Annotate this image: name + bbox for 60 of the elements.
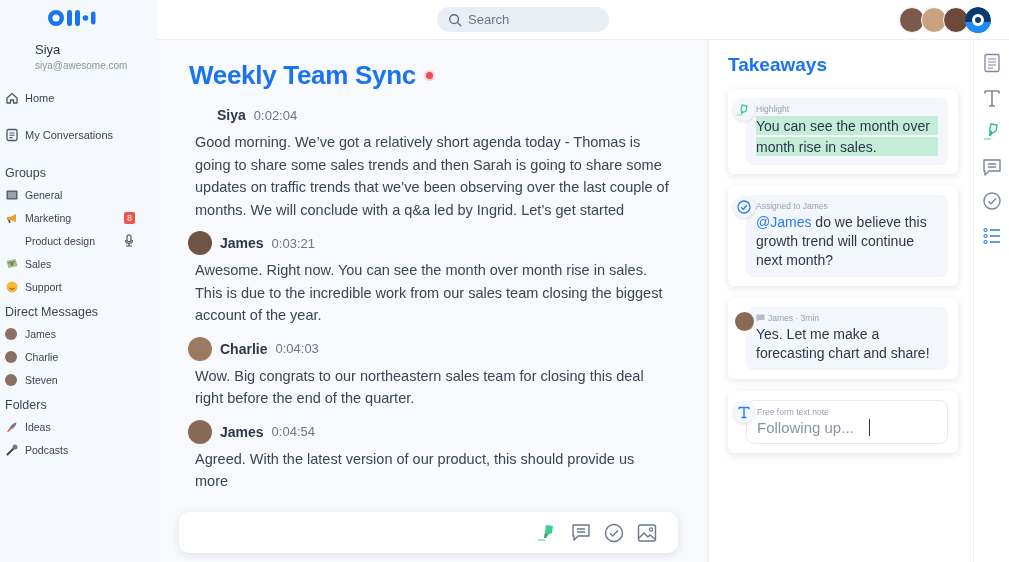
timestamp[interactable]: 0:04:03 — [275, 341, 319, 356]
avatar[interactable] — [943, 6, 969, 33]
section-heading: Direct Messages — [5, 305, 99, 319]
panel-title: Takeaways — [728, 54, 828, 76]
sidebar-item[interactable]: Marketing 8 — [5, 209, 138, 226]
avatar — [5, 373, 17, 386]
conversation-title: Weekly Team Sync — [189, 60, 416, 91]
transcript-text: Good morning. We’ve got a relatively short agenda today - Thomas is going to share some sales trends and then Sarah is going to share some updates on traffic trends that we’ve been observing over the last couple of months. We will conclude with a q&a led by Ingrid. Let’s get started — [195, 133, 670, 220]
count-badge: 8 — [124, 211, 135, 224]
document-icon — [5, 128, 19, 142]
sidebar-item[interactable]: Ideas — [5, 418, 138, 435]
sidebar-item[interactable]: General — [5, 186, 138, 203]
avatar — [5, 350, 17, 363]
speaker-name: James — [220, 235, 264, 251]
speaker-name: Charlie — [220, 340, 268, 357]
sidebar-item[interactable]: Podcasts — [5, 441, 138, 458]
search-field[interactable]: Search — [437, 7, 609, 32]
speaker-name: James — [220, 423, 264, 440]
sidebar-item[interactable]: Support — [5, 278, 138, 295]
bot-avatar-icon[interactable] — [965, 6, 991, 33]
section-heading: Folders — [5, 398, 47, 412]
user-name: Siya — [35, 42, 62, 57]
user-email: siya@awesome.com — [35, 60, 129, 71]
highlighted-text: You can see the month over month rise in sales. — [756, 116, 938, 158]
check-circle-icon[interactable] — [980, 190, 1003, 212]
note-label: James · 3min — [768, 313, 819, 323]
nav-item[interactable]: My Conversations — [5, 125, 114, 145]
text-icon — [736, 404, 752, 420]
sidebar-item[interactable]: Charlie — [5, 348, 138, 365]
note-label: Free form text note — [757, 407, 829, 417]
note-text: @James do we believe this growth trend will continue next month? — [756, 213, 928, 270]
smiling-face-icon — [5, 279, 19, 294]
avatar — [5, 327, 17, 340]
avatar[interactable] — [899, 6, 925, 33]
money-icon — [5, 256, 19, 271]
speaker-name: Siya — [217, 107, 246, 123]
timestamp[interactable]: 0:03:21 — [271, 235, 315, 251]
timestamp[interactable]: 0:04:54 — [271, 424, 315, 439]
sidebar-item[interactable]: James — [5, 325, 138, 342]
microphone-icon — [5, 442, 19, 457]
transcript-text: Awesome. Right now. You can see the month over month rise in sales. This is due to the incredible work from our sales team closing the biggest account of the year. — [195, 261, 664, 325]
sidebar-item[interactable]: Steven — [5, 371, 138, 388]
avatar[interactable] — [921, 6, 947, 33]
check-circle-icon — [736, 199, 752, 215]
nav-item[interactable]: Home — [5, 88, 55, 108]
search-icon — [448, 13, 462, 27]
chat-icon — [756, 314, 765, 322]
note-label: Highlight — [756, 104, 790, 114]
home-icon — [5, 91, 19, 105]
note-label: Assigned to James — [756, 201, 828, 211]
section-heading: Groups — [5, 166, 46, 180]
timestamp[interactable]: 0:02:04 — [253, 107, 298, 123]
sidebar-item[interactable]: Sales — [5, 255, 138, 272]
note-text: Yes. Let me make a forecasting chart and share! — [756, 325, 931, 363]
check-circle-icon[interactable] — [603, 521, 625, 544]
transcript-text: Agreed. With the latest version of our product, this should provide us more — [195, 449, 636, 491]
sidebar-item[interactable]: Product design — [5, 232, 138, 249]
transcript-text: Wow. Big congrats to our northeastern sales team for closing this deal right before the end of the quarter. — [195, 366, 645, 408]
image-icon[interactable] — [636, 521, 658, 544]
otter-logo[interactable] — [47, 8, 99, 28]
